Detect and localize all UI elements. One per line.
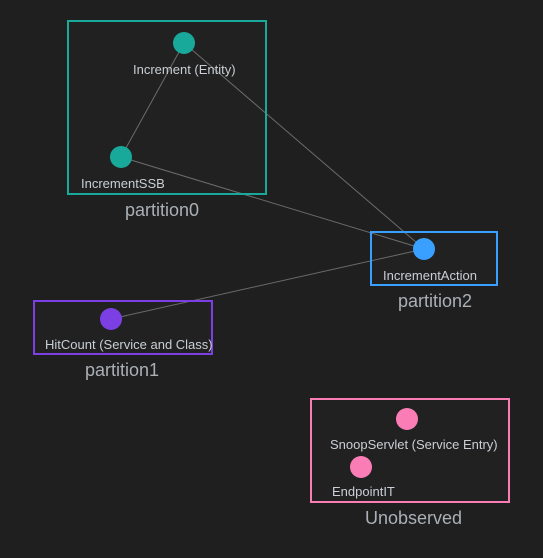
partition-p0-label: partition0 bbox=[125, 200, 199, 221]
partition-unobs-label: Unobserved bbox=[365, 508, 462, 529]
node-incrementAction[interactable] bbox=[413, 238, 435, 260]
node-endpointIT[interactable] bbox=[350, 456, 372, 478]
partition-p0[interactable] bbox=[67, 20, 267, 195]
partition-p2-label: partition2 bbox=[398, 291, 472, 312]
node-endpointIT-label: EndpointIT bbox=[332, 484, 395, 499]
node-increment[interactable] bbox=[173, 32, 195, 54]
node-hitCount-label: HitCount (Service and Class) bbox=[45, 337, 213, 352]
node-snoopServlet[interactable] bbox=[396, 408, 418, 430]
node-incrementSSB-label: IncrementSSB bbox=[81, 176, 165, 191]
node-incrementSSB[interactable] bbox=[110, 146, 132, 168]
node-snoopServlet-label: SnoopServlet (Service Entry) bbox=[330, 437, 498, 452]
node-incrementAction-label: IncrementAction bbox=[383, 268, 477, 283]
node-hitCount[interactable] bbox=[100, 308, 122, 330]
partition-p1-label: partition1 bbox=[85, 360, 159, 381]
node-increment-label: Increment (Entity) bbox=[133, 62, 236, 77]
